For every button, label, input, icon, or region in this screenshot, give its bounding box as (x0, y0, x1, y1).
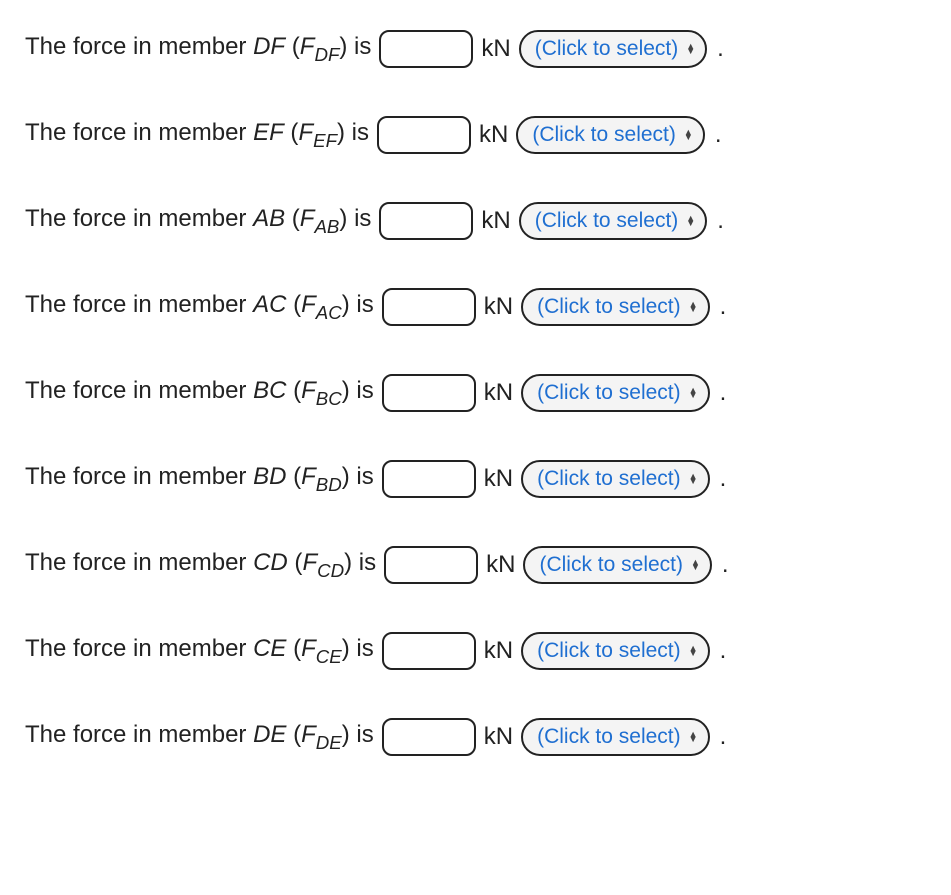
force-row-CD: The force in member CD (FCD) is kN (Clic… (25, 546, 926, 584)
force-type-select-CD[interactable]: (Click to select) (523, 546, 711, 583)
chevron-updown-icon (691, 560, 700, 570)
force-type-select-DF[interactable]: (Click to select) (519, 30, 707, 67)
force-type-select-EF[interactable]: (Click to select) (516, 116, 704, 153)
force-label: The force in member CD (FCD) is (25, 549, 376, 581)
force-value-input-BD[interactable] (382, 460, 476, 498)
period: . (720, 465, 727, 494)
period: . (720, 293, 727, 322)
force-type-select-AC[interactable]: (Click to select) (521, 288, 709, 325)
force-value-input-AB[interactable] (379, 202, 473, 240)
chevron-updown-icon (686, 44, 695, 54)
force-label: The force in member CE (FCE) is (25, 635, 374, 667)
force-type-select-CE[interactable]: (Click to select) (521, 632, 709, 669)
force-row-BC: The force in member BC (FBC) is kN (Clic… (25, 374, 926, 412)
chevron-updown-icon (689, 646, 698, 656)
force-row-DF: The force in member DF (FDF) is kN (Clic… (25, 30, 926, 68)
force-row-AB: The force in member AB (FAB) is kN (Clic… (25, 202, 926, 240)
force-type-select-BD[interactable]: (Click to select) (521, 460, 709, 497)
period: . (715, 121, 722, 150)
unit-label: kN (484, 293, 513, 322)
force-row-BD: The force in member BD (FBD) is kN (Clic… (25, 460, 926, 498)
period: . (720, 379, 727, 408)
force-type-select-DE[interactable]: (Click to select) (521, 718, 709, 755)
period: . (720, 723, 727, 752)
force-value-input-CD[interactable] (384, 546, 478, 584)
force-type-select-BC[interactable]: (Click to select) (521, 374, 709, 411)
unit-label: kN (484, 637, 513, 666)
force-value-input-EF[interactable] (377, 116, 471, 154)
force-value-input-CE[interactable] (382, 632, 476, 670)
force-row-AC: The force in member AC (FAC) is kN (Clic… (25, 288, 926, 326)
unit-label: kN (484, 465, 513, 494)
unit-label: kN (481, 35, 510, 64)
force-label: The force in member BD (FBD) is (25, 463, 374, 495)
force-type-select-AB[interactable]: (Click to select) (519, 202, 707, 239)
force-value-input-BC[interactable] (382, 374, 476, 412)
chevron-updown-icon (689, 474, 698, 484)
force-value-input-DF[interactable] (379, 30, 473, 68)
force-row-CE: The force in member CE (FCE) is kN (Clic… (25, 632, 926, 670)
chevron-updown-icon (689, 388, 698, 398)
chevron-updown-icon (684, 130, 693, 140)
period: . (722, 551, 729, 580)
period: . (720, 637, 727, 666)
force-row-DE: The force in member DE (FDE) is kN (Clic… (25, 718, 926, 756)
force-value-input-AC[interactable] (382, 288, 476, 326)
period: . (717, 207, 724, 236)
force-row-EF: The force in member EF (FEF) is kN (Clic… (25, 116, 926, 154)
unit-label: kN (479, 121, 508, 150)
chevron-updown-icon (686, 216, 695, 226)
period: . (717, 35, 724, 64)
chevron-updown-icon (689, 302, 698, 312)
force-label: The force in member DF (FDF) is (25, 33, 371, 65)
chevron-updown-icon (689, 732, 698, 742)
unit-label: kN (481, 207, 510, 236)
force-label: The force in member AC (FAC) is (25, 291, 374, 323)
force-label: The force in member EF (FEF) is (25, 119, 369, 151)
force-label: The force in member BC (FBC) is (25, 377, 374, 409)
force-label: The force in member AB (FAB) is (25, 205, 371, 237)
unit-label: kN (486, 551, 515, 580)
force-value-input-DE[interactable] (382, 718, 476, 756)
unit-label: kN (484, 723, 513, 752)
force-label: The force in member DE (FDE) is (25, 721, 374, 753)
unit-label: kN (484, 379, 513, 408)
